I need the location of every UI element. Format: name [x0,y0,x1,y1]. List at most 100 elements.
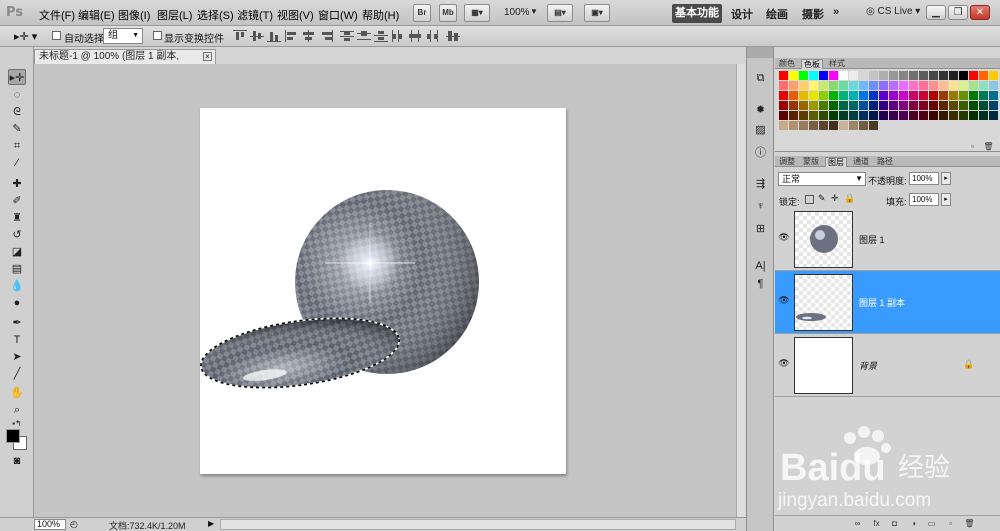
swatch[interactable] [789,121,798,130]
menu-view[interactable]: 视图(V) [277,7,314,23]
swatch[interactable] [819,81,828,90]
menu-edit[interactable]: 编辑(E) [78,7,115,23]
swatch[interactable] [879,81,888,90]
swatch[interactable] [939,101,948,110]
quick-mask-icon[interactable]: ◙ [8,453,26,469]
swatch[interactable] [809,91,818,100]
workspace-painting[interactable]: 绘画 [766,6,788,22]
tab-paths[interactable]: 路径 [875,157,895,167]
swatch[interactable] [789,101,798,110]
mini-bridge-button[interactable]: Mb [439,4,457,22]
mini-bridge-panel-icon[interactable]: ⧉ [753,71,768,85]
swatch[interactable] [839,81,848,90]
tab-styles[interactable]: 样式 [827,59,847,69]
swatch[interactable] [959,71,968,80]
distribute-top-icon[interactable] [340,30,354,42]
swatch[interactable] [829,91,838,100]
swatch[interactable] [949,101,958,110]
type-tool-icon[interactable]: T [8,332,26,348]
swatch[interactable] [789,111,798,120]
swatch[interactable] [909,71,918,80]
swatch[interactable] [799,71,808,80]
align-top-icon[interactable] [233,30,247,42]
swatch[interactable] [879,101,888,110]
dodge-tool-icon[interactable]: ● [8,295,26,311]
swatch[interactable] [839,121,848,130]
swatch[interactable] [889,91,898,100]
lock-all-icon[interactable]: 🔒 [844,193,855,204]
cs-live[interactable]: ◎ CS Live ▾ [866,6,920,17]
swatch[interactable] [809,111,818,120]
swatch[interactable] [859,101,868,110]
swatch[interactable] [859,111,868,120]
swatch[interactable] [879,91,888,100]
clone-stamp-tool-icon[interactable]: ♜ [8,210,26,226]
swatch[interactable] [779,91,788,100]
swatch[interactable] [919,111,928,120]
swatch[interactable] [829,111,838,120]
swatch[interactable] [779,101,788,110]
swatch[interactable] [939,81,948,90]
swatch[interactable] [819,71,828,80]
distribute-hcenter-icon[interactable] [408,30,422,42]
swatch[interactable] [929,71,938,80]
status-zoom-field[interactable]: 100% [34,519,66,530]
clone-source-panel-icon[interactable]: ⊞ [753,222,768,236]
swatch[interactable] [919,101,928,110]
swatch[interactable] [869,111,878,120]
swatch[interactable] [979,91,988,100]
vertical-scrollbar[interactable] [736,64,745,517]
menu-select[interactable]: 选择(S) [197,7,234,23]
auto-select-checkbox[interactable] [52,31,61,40]
swatch[interactable] [819,121,828,130]
swatch[interactable] [859,91,868,100]
opacity-slider-arrow-icon[interactable]: ▸ [941,172,951,185]
layer-name[interactable]: 背景 [859,359,877,372]
swatch[interactable] [909,91,918,100]
navigator-panel-icon[interactable]: ✹ [753,103,768,117]
swatch[interactable] [849,121,858,130]
swatch[interactable] [859,81,868,90]
swatch[interactable] [869,101,878,110]
distribute-left-icon[interactable] [391,30,405,42]
layer-name[interactable]: 图层 1 [859,233,885,246]
eyedropper-tool-icon[interactable]: ⁄ [8,155,26,171]
swatch[interactable] [899,111,908,120]
layer-row-2[interactable]: 👁 图层 1 副本 [775,271,1000,334]
gradient-tool-icon[interactable]: ▤ [8,261,26,277]
screen-mode-button[interactable]: ▣▾ [584,4,610,22]
swatch[interactable] [779,71,788,80]
pen-tool-icon[interactable]: ✒ [8,315,26,331]
eye-icon[interactable]: 👁 [778,231,790,243]
swatch[interactable] [879,111,888,120]
lock-image-icon[interactable]: ✎ [818,193,826,204]
blur-tool-icon[interactable]: 💧 [8,278,26,294]
align-vcenter-icon[interactable] [250,30,264,42]
swatch[interactable] [869,91,878,100]
histogram-panel-icon[interactable]: ▨ [753,123,768,137]
canvas-area[interactable] [34,64,745,517]
move-tool-preset-icon[interactable]: ▸✛ ▾ [14,30,37,43]
document-canvas[interactable] [200,108,566,474]
layer-name[interactable]: 图层 1 副本 [859,296,905,309]
swatch[interactable] [849,71,858,80]
close-button[interactable]: ✕ [970,5,990,20]
layer-row-background[interactable]: 👁 背景 🔒 [775,334,1000,397]
swatch[interactable] [909,101,918,110]
swatch[interactable] [869,71,878,80]
view-extras-button[interactable]: ▦▾ [464,4,490,22]
swatch[interactable] [989,101,998,110]
eye-icon[interactable]: 👁 [778,294,790,306]
show-transform-checkbox[interactable] [153,31,162,40]
swatch[interactable] [979,81,988,90]
swatch[interactable] [839,101,848,110]
bridge-button[interactable]: Br [413,4,431,22]
swatch[interactable] [809,71,818,80]
swatch[interactable] [849,81,858,90]
eraser-tool-icon[interactable]: ◪ [8,244,26,260]
swatch[interactable] [839,111,848,120]
swatch[interactable] [809,121,818,130]
swatch[interactable] [839,71,848,80]
swatch[interactable] [799,121,808,130]
swatch[interactable] [939,111,948,120]
